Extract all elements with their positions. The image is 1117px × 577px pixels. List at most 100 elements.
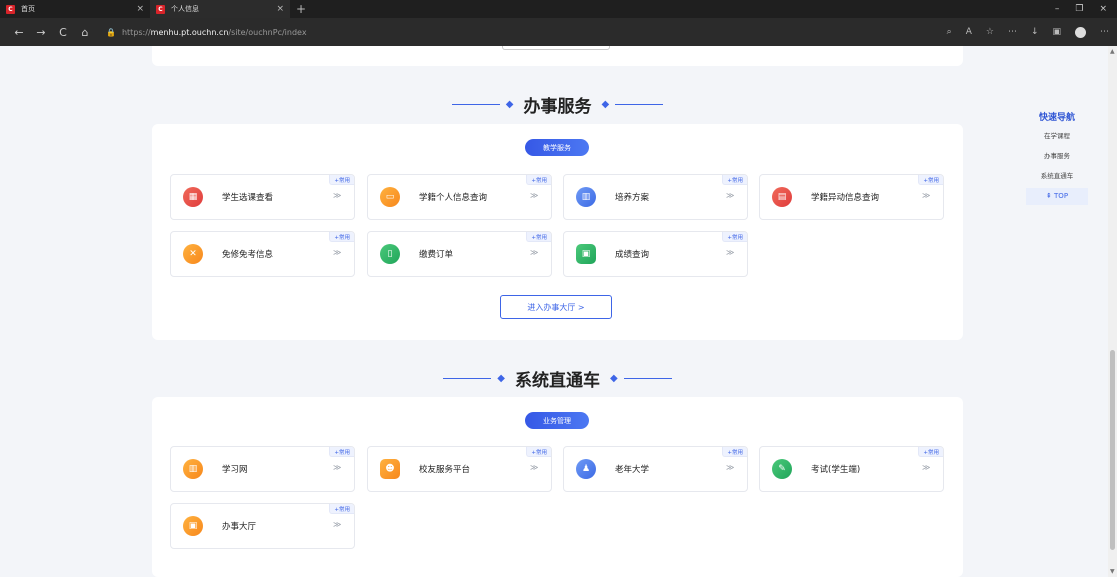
quick-nav-title: 快速导航 — [1038, 113, 1075, 123]
service-item-grades[interactable]: +常用 ▣ 成绩查询 ≫ — [563, 231, 748, 277]
service-item-training-plan[interactable]: +常用 ▥ 培养方案 ≫ — [563, 174, 748, 220]
browser-tools: ⌕ A ☆ ⋯ ↓ ▣ ⋯ — [947, 26, 1109, 38]
system-label: 校友服务平台 — [419, 465, 471, 475]
url-field[interactable]: 🔒 https:// menhu.pt.ouchn.cn /site/ouchn… — [106, 28, 307, 37]
add-favorite-tag[interactable]: +常用 — [722, 447, 747, 457]
browser-tab-profile[interactable]: C 个人信息 × — [150, 0, 290, 18]
service-label: 学生选课查看 — [222, 193, 274, 203]
person-icon: ♟ — [576, 459, 596, 479]
close-window-icon[interactable]: × — [1099, 4, 1107, 14]
double-chevron-icon: ≫ — [922, 191, 931, 200]
add-favorite-tag[interactable]: +常用 — [526, 175, 551, 185]
maximize-icon[interactable]: ❐ — [1075, 4, 1083, 14]
address-toolbar: ← → C ⌂ 🔒 https:// menhu.pt.ouchn.cn /si… — [0, 18, 1117, 46]
quick-nav-item-courses[interactable]: 在学课程 — [1025, 126, 1089, 146]
quick-navigation: 快速导航 在学课程 办事服务 系统直通车 ⇞ TOP — [1025, 104, 1089, 214]
diamond-icon: ◆ — [601, 99, 610, 110]
add-favorite-tag[interactable]: +常用 — [722, 232, 747, 242]
category-pill-business[interactable]: 业务管理 — [525, 412, 589, 429]
add-favorite-tag[interactable]: +常用 — [329, 447, 354, 457]
service-item-payment-orders[interactable]: +常用 ▯ 缴费订单 ≫ — [367, 231, 552, 277]
service-item-exemption[interactable]: +常用 ✕ 免修免考信息 ≫ — [170, 231, 355, 277]
category-pill-teaching[interactable]: 教学服务 — [525, 139, 589, 156]
section-title-text: 系统直通车 — [515, 371, 600, 391]
url-scheme: https:// — [121, 27, 151, 37]
title-line-right — [615, 104, 664, 105]
section-title-services: ◆ 办事服务 ◆ — [152, 92, 963, 117]
double-chevron-icon: ≫ — [333, 248, 342, 257]
system-item-alumni[interactable]: +常用 ☻ 校友服务平台 ≫ — [367, 446, 552, 492]
read-aloud-icon[interactable]: A — [966, 27, 972, 38]
new-tab-button[interactable]: + — [296, 2, 306, 16]
quick-nav-item-services[interactable]: 办事服务 — [1025, 146, 1089, 166]
calendar-icon: ▦ — [183, 187, 203, 207]
service-label: 免修免考信息 — [222, 250, 274, 260]
add-favorite-tag[interactable]: +常用 — [329, 175, 354, 185]
service-item-course-selection[interactable]: +常用 ▦ 学生选课查看 ≫ — [170, 174, 355, 220]
title-line-right — [623, 378, 672, 379]
previous-section-card — [152, 46, 963, 66]
diamond-icon: ◆ — [610, 373, 618, 384]
services-card: 教学服务 +常用 ▦ 学生选课查看 ≫ +常用 ▭ 学籍个人信息查询 ≫ +常用… — [152, 124, 963, 340]
service-label: 培养方案 — [615, 193, 650, 203]
home-icon[interactable]: ⌂ — [74, 26, 96, 39]
tab-title: 首页 — [21, 5, 35, 13]
book-icon: ▥ — [183, 459, 203, 479]
back-to-top-button[interactable]: ⇞ TOP — [1026, 188, 1088, 205]
enter-service-hall-button[interactable]: 进入办事大厅 > — [500, 295, 612, 319]
double-chevron-icon: ≫ — [333, 191, 342, 200]
back-arrow-icon[interactable]: ← — [8, 26, 30, 39]
service-item-student-info[interactable]: +常用 ▭ 学籍个人信息查询 ≫ — [367, 174, 552, 220]
previous-section-button[interactable] — [502, 46, 610, 50]
system-item-learning-site[interactable]: +常用 ▥ 学习网 ≫ — [170, 446, 355, 492]
url-path: /site/ouchnPc/index — [228, 27, 307, 37]
browser-tab-home[interactable]: C 首页 × — [0, 0, 150, 18]
diamond-icon: ◆ — [497, 373, 505, 384]
favorite-star-icon[interactable]: ☆ — [986, 27, 994, 38]
scroll-up-icon[interactable]: ▲ — [1110, 48, 1115, 55]
double-chevron-icon: ≫ — [726, 248, 735, 257]
file-icon: ▯ — [380, 244, 400, 264]
add-favorite-tag[interactable]: +常用 — [526, 232, 551, 242]
hall-icon: ▣ — [183, 516, 203, 536]
title-line-left — [443, 378, 492, 379]
browser-tab-bar: C 首页 × C 个人信息 × + – ❐ × — [0, 0, 1117, 18]
double-chevron-icon: ≫ — [333, 520, 342, 529]
tab-close-icon[interactable]: × — [276, 4, 284, 14]
scrollbar-thumb[interactable] — [1110, 350, 1115, 550]
reload-icon[interactable]: C — [52, 26, 74, 39]
system-item-service-hall[interactable]: +常用 ▣ 办事大厅 ≫ — [170, 503, 355, 549]
double-chevron-icon: ≫ — [530, 191, 539, 200]
add-favorite-tag[interactable]: +常用 — [918, 175, 943, 185]
service-item-status-change[interactable]: +常用 ▤ 学籍异动信息查询 ≫ — [759, 174, 944, 220]
tab-close-icon[interactable]: × — [136, 4, 144, 14]
double-chevron-icon: ≫ — [922, 463, 931, 472]
scroll-down-icon[interactable]: ▼ — [1110, 568, 1115, 575]
page-scrollbar[interactable]: ▲ ▼ — [1108, 46, 1117, 577]
search-icon[interactable]: ⌕ — [947, 27, 952, 38]
system-shortcuts-card: 业务管理 +常用 ▥ 学习网 ≫ +常用 ☻ 校友服务平台 ≫ +常用 ♟ 老年… — [152, 397, 963, 577]
system-label: 考试(学生端) — [811, 465, 861, 475]
cross-icon: ✕ — [183, 244, 203, 264]
add-favorite-tag[interactable]: +常用 — [722, 175, 747, 185]
extensions-icon[interactable]: ⋯ — [1008, 27, 1017, 38]
minimize-icon[interactable]: – — [1055, 4, 1060, 14]
forward-arrow-icon[interactable]: → — [30, 26, 52, 39]
system-label: 办事大厅 — [222, 522, 257, 532]
more-icon[interactable]: ⋯ — [1100, 27, 1109, 38]
lock-icon: 🔒 — [106, 27, 116, 37]
collections-icon[interactable]: ▣ — [1052, 27, 1061, 38]
site-favicon-icon: C — [6, 4, 15, 14]
download-icon[interactable]: ↓ — [1031, 27, 1039, 38]
system-item-exam-student[interactable]: +常用 ✎ 考试(学生端) ≫ — [759, 446, 944, 492]
system-item-senior-university[interactable]: +常用 ♟ 老年大学 ≫ — [563, 446, 748, 492]
double-chevron-icon: ≫ — [333, 463, 342, 472]
service-label: 成绩查询 — [615, 250, 650, 260]
add-favorite-tag[interactable]: +常用 — [329, 504, 354, 514]
quick-nav-item-systems[interactable]: 系统直通车 — [1025, 166, 1089, 186]
add-favorite-tag[interactable]: +常用 — [918, 447, 943, 457]
double-chevron-icon: ≫ — [530, 463, 539, 472]
add-favorite-tag[interactable]: +常用 — [329, 232, 354, 242]
add-favorite-tag[interactable]: +常用 — [526, 447, 551, 457]
profile-avatar-icon[interactable] — [1075, 26, 1086, 38]
